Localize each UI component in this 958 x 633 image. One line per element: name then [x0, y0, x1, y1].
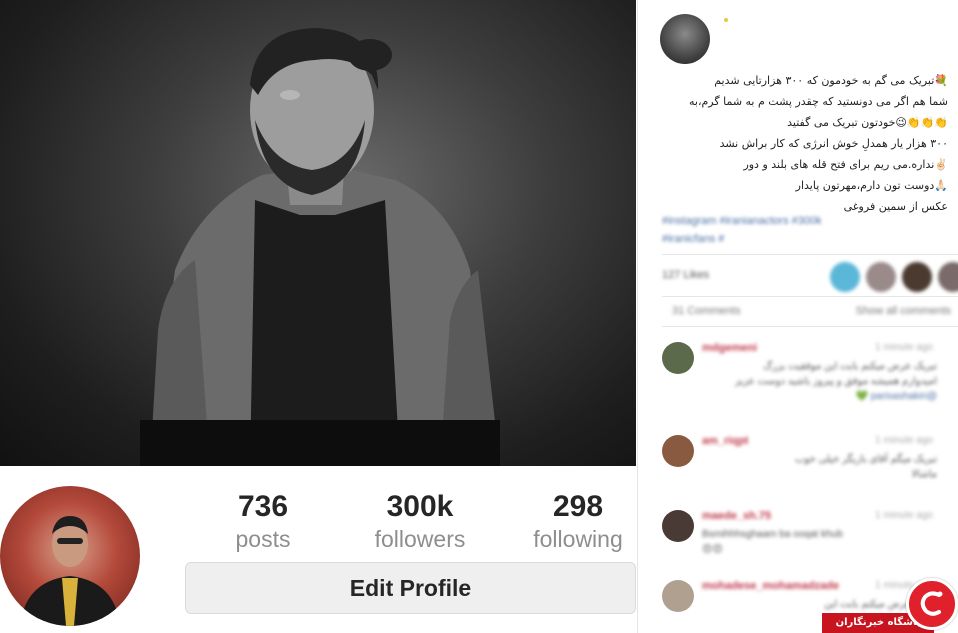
- show-all-comments-link[interactable]: Show all comments: [856, 305, 951, 317]
- divider: [662, 296, 958, 297]
- liker-avatar[interactable]: [938, 262, 958, 292]
- comment-mention[interactable]: @parisashakiri 💚: [702, 389, 937, 404]
- commenter-username[interactable]: mohadese_mohamadzade: [702, 580, 839, 592]
- comment-line: Bsmihhhsghaam ba ooqat khub: [702, 529, 843, 540]
- commenter-avatar[interactable]: [662, 435, 694, 467]
- stat-following[interactable]: 298 following: [503, 490, 653, 554]
- following-count: 298: [552, 490, 604, 523]
- caption-line: ۳۰۰ هزار یار همدلِ خوش انرژی که کار براش…: [719, 137, 948, 150]
- commenter-username[interactable]: am_riqpt: [702, 435, 748, 447]
- caption-line: 💐تبریک می گم به خودمون که ۳۰۰ هزارتایی ش…: [714, 74, 948, 87]
- watermark-logo-icon: [906, 578, 958, 630]
- likes-count[interactable]: 127 Likes: [662, 269, 709, 281]
- commenter-username[interactable]: mdgemeni: [702, 342, 757, 354]
- commenter-avatar[interactable]: [662, 342, 694, 374]
- commenter-avatar[interactable]: [662, 580, 694, 612]
- stat-posts[interactable]: 736 posts: [188, 490, 338, 554]
- caption-line: 👏👏👏😉خودتون تبریک می گفتید: [787, 116, 948, 129]
- comment-line: تبریک عرض میکنم بابت این موفقیت بزرگ: [763, 361, 937, 372]
- likes-row[interactable]: 127 Likes: [662, 262, 958, 292]
- comment-line: امیدوارم همیشه موفق و پیروز باشید دوست ع…: [734, 376, 937, 387]
- caption-line: شما هم اگر می دونستید که چقدر پشت م به ش…: [688, 95, 948, 108]
- profile-avatar[interactable]: [0, 486, 140, 626]
- comment-line: تبریک میگم آقای بازیگر خیلی خوب: [794, 454, 937, 465]
- hashtag-line[interactable]: #iranicfans #: [662, 230, 922, 248]
- post-photo[interactable]: [0, 0, 636, 466]
- post-author-marker: [724, 18, 728, 22]
- posts-count: 736: [237, 490, 289, 523]
- comment-time: 1 minute ago: [875, 510, 933, 521]
- comments-count: 31 Comments: [672, 305, 741, 317]
- following-label: following: [533, 526, 623, 552]
- profile-header: 736 posts 300k followers 298 following E…: [0, 466, 636, 633]
- caption-line: ✌🏻نداره.می ریم برای فتح قله های بلند و د…: [743, 158, 948, 171]
- caption-line: 🙏🏻دوست تون دارم،مهرتون پایدار: [795, 179, 948, 192]
- divider: [662, 326, 958, 327]
- comment-item: am_riqpt 1 minute ago تبریک میگم آقای با…: [662, 435, 958, 505]
- commenter-username[interactable]: maede_sh.75: [702, 510, 771, 522]
- comment-line: تبریک عرض میکنم بابت این: [824, 599, 937, 610]
- comment-time: 1 minute ago: [875, 435, 933, 446]
- comment-text: Bsmihhhsghaam ba ooqat khub 😍😍: [702, 527, 937, 557]
- comment-text: تبریک عرض میکنم بابت این موفقیت بزرگ امی…: [702, 359, 937, 404]
- edit-profile-button[interactable]: Edit Profile: [185, 562, 636, 614]
- commenter-avatar[interactable]: [662, 510, 694, 542]
- liker-avatar[interactable]: [866, 262, 896, 292]
- hashtag-line[interactable]: #instagram #iranianactors #300k: [662, 212, 922, 230]
- comment-item: mdgemeni 1 minute ago تبریک عرض میکنم با…: [662, 342, 958, 427]
- comments-summary: 31 Comments Show all comments: [662, 303, 958, 323]
- comment-item: maede_sh.75 1 minute ago Bsmihhhsghaam b…: [662, 510, 958, 570]
- portrait-illustration: [140, 28, 500, 466]
- avatar-illustration: [20, 516, 120, 626]
- watermark-glyph: [920, 591, 943, 616]
- liker-avatar[interactable]: [830, 262, 860, 292]
- comment-line: 😍😍: [702, 544, 723, 555]
- followers-count: 300k: [386, 490, 454, 523]
- post-author-avatar[interactable]: [660, 14, 710, 64]
- followers-label: followers: [374, 526, 466, 552]
- comment-time: 1 minute ago: [875, 342, 933, 353]
- comment-line: ماشالا: [911, 469, 937, 480]
- post-caption: 💐تبریک می گم به خودمون که ۳۰۰ هزارتایی ش…: [648, 70, 948, 217]
- liker-avatar[interactable]: [902, 262, 932, 292]
- comment-text: تبریک میگم آقای بازیگر خیلی خوب ماشالا: [702, 452, 937, 482]
- post-hashtags[interactable]: #instagram #iranianactors #300k #iranicf…: [662, 212, 922, 248]
- posts-label: posts: [235, 526, 291, 552]
- stat-followers[interactable]: 300k followers: [345, 490, 495, 554]
- post-detail-panel: 💐تبریک می گم به خودمون که ۳۰۰ هزارتایی ش…: [637, 0, 958, 633]
- divider: [662, 254, 958, 255]
